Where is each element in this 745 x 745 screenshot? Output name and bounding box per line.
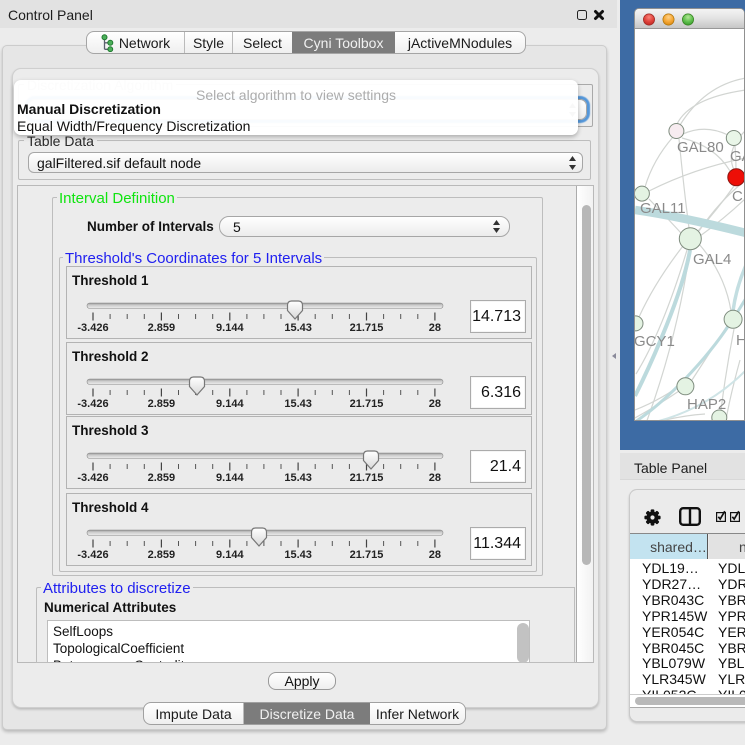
svg-text:C: C — [732, 188, 743, 205]
svg-text:GA: GA — [730, 148, 745, 165]
svg-text:H: H — [736, 332, 745, 349]
svg-text:GAL4: GAL4 — [693, 251, 731, 268]
svg-text:GCY1: GCY1 — [635, 333, 675, 350]
svg-text:GAL80: GAL80 — [677, 139, 724, 156]
svg-text:HAP2: HAP2 — [687, 396, 726, 413]
svg-text:GAL11: GAL11 — [640, 200, 686, 217]
